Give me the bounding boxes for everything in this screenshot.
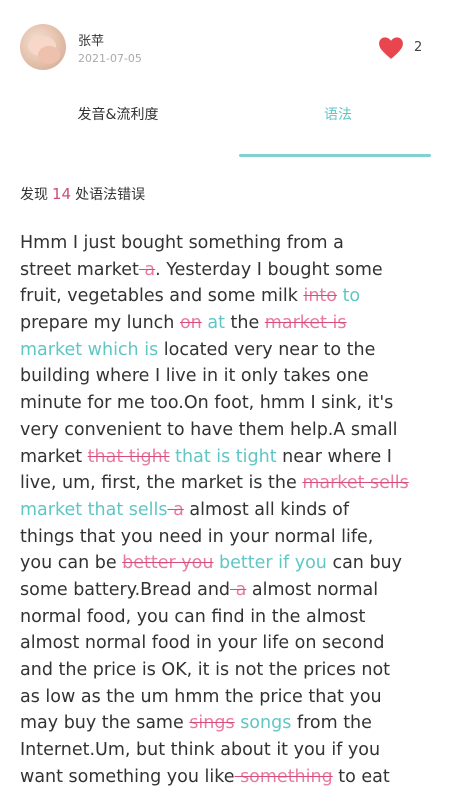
transcript-line: as low as the um hmm the price that you — [20, 684, 435, 711]
profile-header: 张苹 2021-07-05 2 — [0, 0, 450, 80]
transcript-text: near where I — [276, 446, 392, 467]
transcript-text: may buy the same — [20, 713, 190, 734]
transcript-line: market which is located very near to the — [20, 337, 435, 364]
transcript-line: you can be better you better if you can … — [20, 550, 435, 577]
tab-bar: 发音&流利度 语法 — [0, 92, 450, 158]
transcript-text: almost normal food in your life on secon… — [20, 633, 385, 654]
corrected-text[interactable]: market which is — [20, 340, 158, 360]
transcript-line: some battery.Bread and a almost normal — [20, 577, 435, 604]
transcript-line: market that sells a almost all kinds of — [20, 497, 435, 524]
transcript-line: building where I live in it only takes o… — [20, 363, 435, 390]
transcript-line: want something you like something to eat — [20, 764, 435, 791]
transcript-line: live, um, first, the market is the marke… — [20, 470, 435, 497]
transcript-text: some battery.Bread and — [20, 579, 231, 600]
transcript-text: minute for me too.On foot, hmm I sink, i… — [20, 393, 394, 414]
transcript-text: things that you need in your normal life… — [20, 526, 374, 547]
transcript-text: as low as the um hmm the price that you — [20, 686, 382, 707]
transcript-line: Internet.Um, but think about it you if y… — [20, 737, 435, 764]
corrected-transcript: Hmm I just bought something from a street… — [20, 230, 435, 790]
transcript-line: may buy the same sings songs from the — [20, 710, 435, 737]
corrected-text[interactable]: that is tight — [175, 447, 276, 467]
transcript-text: live, um, first, the market is the — [20, 473, 303, 494]
avatar-photo-detail — [38, 46, 60, 64]
transcript-line: prepare my lunch on at the market is — [20, 310, 435, 337]
transcript-text: prepare my lunch — [20, 313, 180, 334]
deleted-text[interactable]: market sells — [302, 473, 408, 493]
username: 张苹 — [78, 34, 105, 49]
corrected-text[interactable]: to — [343, 286, 361, 306]
deleted-text[interactable]: on — [180, 313, 202, 333]
like-count: 2 — [414, 40, 423, 55]
transcript-line: normal food, you can find in the almost — [20, 604, 435, 631]
transcript-text: and the price is OK, it is not the price… — [20, 660, 391, 680]
transcript-text: street market — [20, 259, 139, 280]
transcript-line: market that tight that is tight near whe… — [20, 444, 435, 471]
transcript-text: to eat — [332, 766, 390, 787]
transcript-line: Hmm I just bought something from a — [20, 230, 435, 257]
corrected-text[interactable]: market that sells — [20, 500, 168, 520]
transcript-text: can buy — [326, 553, 403, 574]
deleted-text[interactable]: into — [303, 286, 337, 306]
tab-grammar[interactable]: 语法 — [238, 92, 438, 156]
grammar-error-summary: 发现 14 处语法错误 — [20, 184, 145, 204]
corrected-text[interactable]: better if you — [219, 553, 327, 573]
corrected-text[interactable]: at — [207, 313, 225, 333]
transcript-text: Internet.Um, but think about it you if y… — [20, 740, 381, 761]
transcript-text: fruit, vegetables and some milk — [20, 286, 304, 307]
transcript-text: located very near to the — [158, 339, 376, 360]
transcript-line: things that you need in your normal life… — [20, 524, 435, 551]
transcript-text: market — [20, 446, 88, 467]
transcript-line: almost normal food in your life on secon… — [20, 630, 435, 657]
corrected-text[interactable]: songs — [240, 713, 291, 733]
active-tab-indicator — [239, 154, 431, 157]
summary-prefix: 发现 — [20, 187, 48, 203]
transcript-text: the — [224, 313, 265, 334]
heart-icon[interactable] — [378, 36, 404, 60]
transcript-line: minute for me too.On foot, hmm I sink, i… — [20, 390, 435, 417]
transcript-text: from the — [291, 713, 372, 734]
transcript-text: . Yesterday I bought some — [155, 259, 383, 280]
deleted-text[interactable]: that tight — [88, 447, 170, 467]
deleted-text[interactable]: better you — [122, 553, 213, 573]
transcript-text: want something you like — [20, 766, 235, 787]
summary-suffix: 处语法错误 — [75, 187, 146, 203]
transcript-text: you can be — [20, 553, 123, 574]
error-count: 14 — [52, 185, 72, 203]
transcript-text: Hmm I just bought something from a — [20, 233, 344, 253]
transcript-text: almost normal — [246, 579, 379, 600]
deleted-text[interactable]: a — [168, 500, 184, 520]
avatar[interactable] — [20, 24, 66, 70]
deleted-text[interactable]: a — [230, 580, 247, 600]
deleted-text[interactable]: sings — [189, 713, 234, 733]
deleted-text[interactable]: a — [139, 260, 155, 280]
transcript-line: street market a. Yesterday I bought some — [20, 257, 435, 284]
transcript-line: and the price is OK, it is not the price… — [20, 657, 435, 684]
transcript-line: very convenient to have them help.A smal… — [20, 417, 435, 444]
tab-pronunciation-fluency[interactable]: 发音&流利度 — [18, 92, 218, 156]
post-date: 2021-07-05 — [78, 52, 142, 65]
transcript-text: very convenient to have them help.A smal… — [20, 419, 398, 440]
deleted-text[interactable]: something — [235, 767, 333, 787]
transcript-text: almost all kinds of — [183, 499, 349, 520]
deleted-text[interactable]: market is — [265, 313, 347, 333]
transcript-line: fruit, vegetables and some milk into to — [20, 283, 435, 310]
transcript-text: normal food, you can find in the almost — [20, 606, 366, 627]
transcript-text: building where I live in it only takes o… — [20, 366, 369, 387]
